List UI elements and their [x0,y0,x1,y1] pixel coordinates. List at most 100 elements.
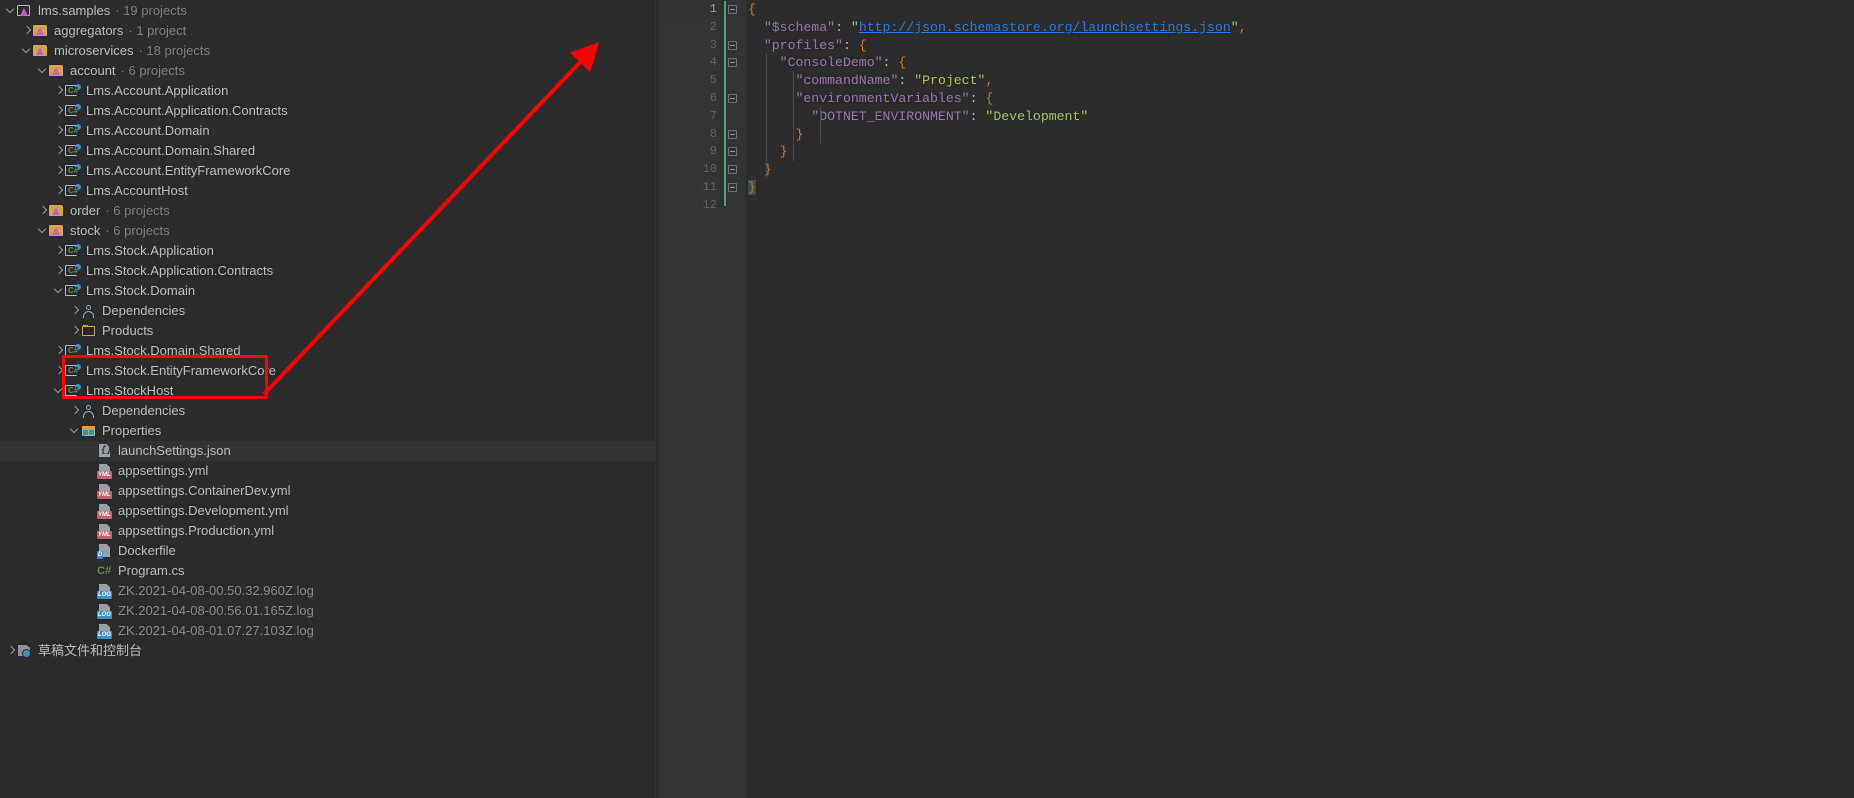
fold-marker[interactable] [724,143,746,161]
tree-row[interactable]: Products [0,321,655,341]
code-folding-column[interactable] [724,0,746,798]
chevron-right-icon[interactable] [54,341,65,361]
chevron-right-icon[interactable] [70,301,81,321]
fold-end-icon[interactable] [728,165,737,174]
chevron-right-icon[interactable] [54,81,65,101]
project-tool-window[interactable]: lms.samples· 19 projectsaggregators· 1 p… [0,0,655,798]
code-line[interactable]: "commandName": "Project", [746,72,1854,90]
chevron-down-icon[interactable] [70,421,81,441]
chevron-down-icon[interactable] [22,41,33,61]
tree-row[interactable]: Lms.Account.Domain.Shared [0,141,655,161]
code-line[interactable]: } [746,179,1854,197]
tree-row[interactable]: Properties [0,421,655,441]
code-line[interactable]: "ConsoleDemo": { [746,54,1854,72]
fold-marker[interactable] [724,54,746,72]
chevron-right-icon[interactable] [38,201,49,221]
chevron-right-icon[interactable] [22,21,33,41]
tree-row[interactable]: lms.samples· 19 projects [0,1,655,21]
chevron-right-icon[interactable] [54,181,65,201]
line-number[interactable]: 12 [659,197,724,215]
tree-row[interactable]: Lms.Stock.EntityFrameworkCore [0,361,655,381]
project-tree[interactable]: lms.samples· 19 projectsaggregators· 1 p… [0,0,655,661]
tree-row[interactable]: YMLappsettings.Production.yml [0,521,655,541]
line-number[interactable]: 11 [659,179,724,197]
tree-row[interactable]: account· 6 projects [0,61,655,81]
tree-row[interactable]: Lms.Account.Application [0,81,655,101]
tree-row[interactable]: Lms.Stock.Application.Contracts [0,261,655,281]
chevron-right-icon[interactable] [54,101,65,121]
line-number[interactable]: 3 [659,37,724,55]
tree-row[interactable]: Lms.StockHost [0,381,655,401]
line-number[interactable]: 10 [659,161,724,179]
line-number[interactable]: 9 [659,143,724,161]
collapse-icon[interactable] [728,41,737,50]
tree-row[interactable]: Program.cs [0,561,655,581]
tree-row[interactable]: LOGZK.2021-04-08-01.07.27.103Z.log [0,621,655,641]
line-number[interactable]: 1 [659,1,724,19]
tree-row[interactable]: Lms.Stock.Application [0,241,655,261]
fold-marker[interactable] [724,179,746,197]
code-area[interactable]: { "$schema": "http://json.schemastore.or… [746,0,1854,798]
collapse-icon[interactable] [728,58,737,67]
tree-row[interactable]: LOGZK.2021-04-08-00.50.32.960Z.log [0,581,655,601]
code-line[interactable] [746,197,1854,215]
tree-row[interactable]: Lms.Stock.Domain [0,281,655,301]
line-number[interactable]: 6 [659,90,724,108]
tree-row[interactable]: aggregators· 1 project [0,21,655,41]
fold-end-icon[interactable] [728,147,737,156]
line-number[interactable]: 7 [659,108,724,126]
tree-row[interactable]: Lms.Account.Application.Contracts [0,101,655,121]
editor-pane[interactable]: 123456789101112 { "$schema": "http://jso… [659,0,1854,798]
chevron-right-icon[interactable] [54,141,65,161]
fold-marker[interactable] [724,90,746,108]
collapse-icon[interactable] [728,94,737,103]
code-line[interactable]: { [746,1,1854,19]
chevron-right-icon[interactable] [54,161,65,181]
code-line[interactable]: "$schema": "http://json.schemastore.org/… [746,19,1854,37]
chevron-right-icon[interactable] [54,121,65,141]
fold-marker[interactable] [724,1,746,19]
code-line[interactable]: } [746,143,1854,161]
fold-end-icon[interactable] [728,130,737,139]
fold-marker[interactable] [724,161,746,179]
tree-row[interactable]: order· 6 projects [0,201,655,221]
chevron-right-icon[interactable] [6,641,17,661]
chevron-right-icon[interactable] [54,241,65,261]
line-number[interactable]: 8 [659,126,724,144]
line-number[interactable]: 4 [659,54,724,72]
code-line[interactable]: "DOTNET_ENVIRONMENT": "Development" [746,108,1854,126]
tree-row[interactable]: Dependencies [0,301,655,321]
tree-row[interactable]: YMLappsettings.ContainerDev.yml [0,481,655,501]
chevron-down-icon[interactable] [38,221,49,241]
tree-row[interactable]: Dependencies [0,401,655,421]
tree-row[interactable]: 草稿文件和控制台 [0,641,655,661]
line-number[interactable]: 5 [659,72,724,90]
tree-row[interactable]: Lms.AccountHost [0,181,655,201]
code-line[interactable]: } [746,126,1854,144]
chevron-down-icon[interactable] [54,381,65,401]
chevron-down-icon[interactable] [6,1,17,21]
tree-row[interactable]: microservices· 18 projects [0,41,655,61]
editor-gutter[interactable]: 123456789101112 [659,0,724,798]
collapse-icon[interactable] [728,5,737,14]
fold-end-icon[interactable] [728,183,737,192]
tree-row[interactable]: Lms.Stock.Domain.Shared [0,341,655,361]
chevron-right-icon[interactable] [54,261,65,281]
fold-marker[interactable] [724,126,746,144]
fold-marker[interactable] [724,37,746,55]
code-line[interactable]: "profiles": { [746,37,1854,55]
chevron-right-icon[interactable] [70,321,81,341]
tree-row[interactable]: LOGZK.2021-04-08-00.56.01.165Z.log [0,601,655,621]
tree-row[interactable]: DDockerfile [0,541,655,561]
tree-row[interactable]: Lms.Account.Domain [0,121,655,141]
code-line[interactable]: } [746,161,1854,179]
chevron-right-icon[interactable] [70,401,81,421]
editor-marker-strip[interactable] [1841,0,1854,798]
tree-row[interactable]: Lms.Account.EntityFrameworkCore [0,161,655,181]
code-line[interactable]: "environmentVariables": { [746,90,1854,108]
tree-row[interactable]: {}launchSettings.json [0,441,655,461]
tree-row[interactable]: YMLappsettings.Development.yml [0,501,655,521]
chevron-down-icon[interactable] [54,281,65,301]
tree-row[interactable]: YMLappsettings.yml [0,461,655,481]
chevron-right-icon[interactable] [54,361,65,381]
